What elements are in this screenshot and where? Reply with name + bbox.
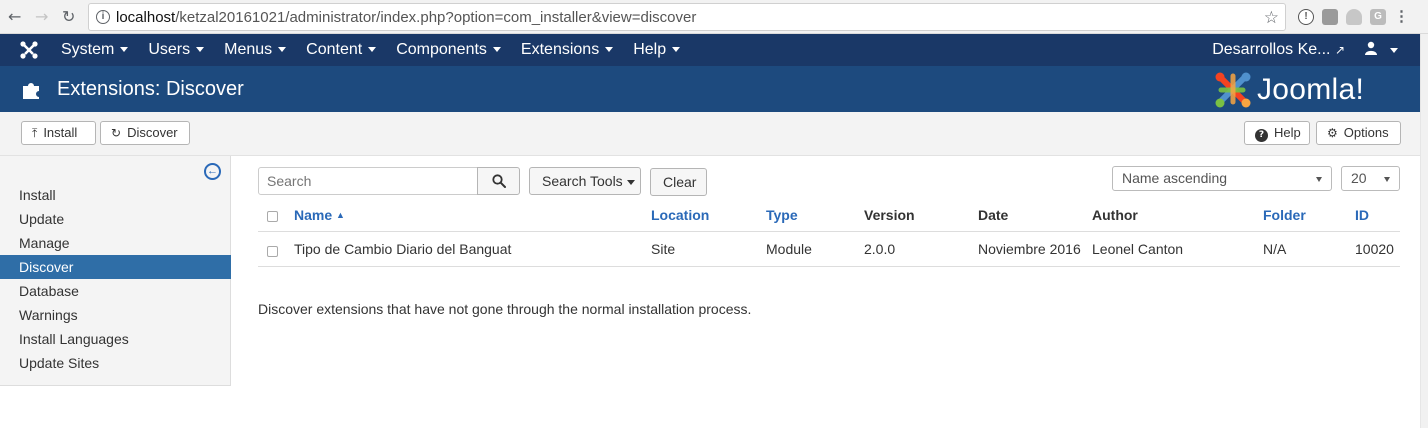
column-header-type[interactable]: Type (766, 207, 798, 223)
site-preview-link[interactable]: Desarrollos Ke... ↗ (1212, 41, 1345, 59)
select-all-checkbox[interactable] (267, 211, 278, 222)
column-header-id[interactable]: ID (1355, 207, 1369, 223)
ordering-select[interactable]: Name ascending (1112, 166, 1332, 191)
puzzle-piece-icon (23, 83, 39, 99)
search-button[interactable] (477, 167, 520, 195)
back-arrow-icon[interactable]: ← (8, 8, 21, 26)
collapse-sidebar-icon[interactable]: ← (204, 163, 221, 180)
address-bar[interactable]: i localhost/ketzal20161021/administrator… (88, 3, 1286, 31)
menu-users[interactable]: Users (148, 41, 205, 59)
cell-author: Leonel Canton (1092, 241, 1184, 257)
install-button[interactable]: ⤒ Install (21, 121, 96, 145)
column-header-location[interactable]: Location (651, 207, 709, 223)
user-menu[interactable] (1364, 41, 1398, 58)
cell-folder: N/A (1263, 241, 1287, 257)
page-header: Extensions: Discover Joomla! (0, 66, 1420, 112)
question-circle-icon: ? (1255, 129, 1268, 142)
column-header-author: Author (1092, 207, 1138, 223)
menu-system[interactable]: System (61, 41, 129, 59)
discover-description: Discover extensions that have not gone t… (258, 301, 752, 317)
search-tools-button[interactable]: Search Tools (529, 167, 641, 195)
site-info-icon[interactable]: i (96, 10, 110, 24)
cell-date: Noviembre 2016 (978, 241, 1081, 257)
pocket-extension-icon[interactable] (1322, 9, 1338, 25)
user-icon (1364, 41, 1377, 55)
row-checkbox[interactable] (267, 246, 278, 257)
sidebar-item-install[interactable]: Install (0, 183, 231, 207)
column-header-version: Version (864, 207, 915, 223)
menu-extensions[interactable]: Extensions (521, 41, 614, 59)
discover-button[interactable]: ↻ Discover (100, 121, 190, 145)
password-manager-icon[interactable]: ! (1298, 9, 1314, 25)
page-scrollbar[interactable] (1420, 34, 1428, 428)
chevron-down-icon (1316, 177, 1322, 182)
clear-button[interactable]: Clear (650, 168, 707, 196)
bookmark-star-icon[interactable]: ☆ (1264, 8, 1279, 28)
refresh-icon: ↻ (111, 126, 122, 140)
joomla-brand-logo: Joomla! (1213, 70, 1403, 110)
menu-help[interactable]: Help (633, 41, 681, 59)
sidebar-item-discover[interactable]: Discover (0, 255, 231, 279)
browser-menu-icon[interactable]: ⋮ (1394, 9, 1409, 25)
column-header-folder[interactable]: Folder (1263, 207, 1306, 223)
sidebar-item-database[interactable]: Database (0, 279, 231, 303)
page-title: Extensions: Discover (57, 78, 244, 100)
extension-icons: ! G ⋮ (1298, 8, 1409, 26)
search-input[interactable] (258, 167, 478, 195)
menu-components[interactable]: Components (396, 41, 501, 59)
external-link-icon: ↗ (1334, 43, 1345, 57)
joomla-brand-text: Joomla! (1257, 73, 1365, 106)
options-button[interactable]: ⚙ Options (1316, 121, 1401, 145)
sidebar-item-update-sites[interactable]: Update Sites (0, 351, 231, 375)
cell-version: 2.0.0 (864, 241, 896, 257)
upload-icon: ⤒ (32, 126, 38, 140)
help-button[interactable]: ? Help (1244, 121, 1310, 145)
drive-extension-icon[interactable] (1346, 9, 1362, 25)
cell-name: Tipo de Cambio Diario del Banguat (294, 241, 512, 257)
forward-arrow-icon[interactable]: → (35, 8, 48, 26)
url-text: localhost/ketzal20161021/administrator/i… (116, 9, 697, 26)
sort-ascending-icon: ▲ (336, 210, 345, 220)
column-header-date: Date (978, 207, 1009, 223)
sidebar-item-install-languages[interactable]: Install Languages (0, 327, 231, 351)
gear-icon: ⚙ (1327, 126, 1338, 140)
joomla-logo-icon[interactable] (19, 40, 39, 60)
search-icon (492, 174, 506, 188)
sidebar-item-update[interactable]: Update (0, 207, 231, 231)
menu-content[interactable]: Content (306, 41, 377, 59)
list-limit-select[interactable]: 20 (1341, 166, 1400, 191)
reload-icon[interactable]: ↻ (62, 8, 75, 26)
menu-menus[interactable]: Menus (224, 41, 287, 59)
column-header-name[interactable]: Name ▲ (294, 207, 345, 223)
table-divider (258, 266, 1400, 267)
sidebar-item-warnings[interactable]: Warnings (0, 303, 231, 327)
cell-location: Site (651, 241, 676, 257)
cell-id: 10020 (1355, 241, 1394, 257)
submenu-sidebar: ← Install Update Manage Discover Databas… (0, 156, 231, 386)
sidebar-item-manage[interactable]: Manage (0, 231, 231, 255)
table-divider (258, 231, 1400, 232)
action-toolbar: ⤒ Install ↻ Discover ? Help ⚙ Options (0, 112, 1420, 156)
main-menu: System Users Menus Content Components Ex… (61, 34, 700, 66)
browser-toolbar: ← → ↻ i localhost/ketzal20161021/adminis… (0, 0, 1428, 34)
cell-type: Module (766, 241, 812, 257)
joomla-brand-icon (1215, 72, 1251, 108)
admin-top-navbar: System Users Menus Content Components Ex… (0, 34, 1420, 66)
g-extension-icon[interactable]: G (1370, 9, 1386, 25)
chevron-down-icon (1384, 177, 1390, 182)
